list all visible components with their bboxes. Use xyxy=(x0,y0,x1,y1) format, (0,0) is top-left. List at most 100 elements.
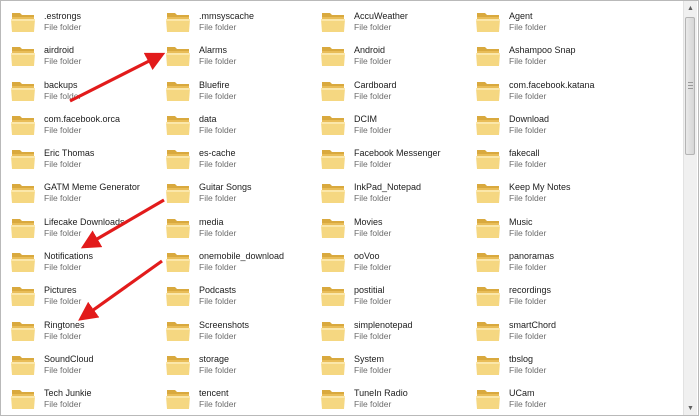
folder-labels: data File folder xyxy=(199,111,236,136)
folder-labels: com.facebook.katana File folder xyxy=(509,77,595,102)
grip-line xyxy=(688,82,693,83)
folder-item[interactable]: data File folder xyxy=(164,108,319,142)
folder-name: ooVoo xyxy=(354,251,380,262)
folder-item[interactable]: ooVoo File folder xyxy=(319,245,474,279)
folder-type: File folder xyxy=(44,159,82,170)
folder-item[interactable]: Alarms File folder xyxy=(164,39,319,73)
folder-item[interactable]: es-cache File folder xyxy=(164,142,319,176)
folder-item[interactable]: media File folder xyxy=(164,211,319,245)
folder-name: simplenotepad xyxy=(354,319,413,330)
folder-labels: InkPad_Notepad File folder xyxy=(354,179,421,204)
folder-item[interactable]: Tech Junkie File folder xyxy=(9,382,164,415)
folder-icon xyxy=(474,248,502,276)
folder-labels: Agent File folder xyxy=(509,8,546,33)
folder-name: Facebook Messenger xyxy=(354,148,441,159)
folder-labels: .mmsyscache File folder xyxy=(199,8,254,33)
folder-item[interactable]: SoundCloud File folder xyxy=(9,348,164,382)
folder-type: File folder xyxy=(199,399,237,410)
folder-item[interactable]: Screenshots File folder xyxy=(164,314,319,348)
folder-item[interactable]: .estrongs File folder xyxy=(9,5,164,39)
folder-icon xyxy=(474,214,502,242)
folder-item[interactable]: Movies File folder xyxy=(319,211,474,245)
folder-type: File folder xyxy=(509,124,547,135)
folder-item[interactable]: InkPad_Notepad File folder xyxy=(319,176,474,210)
folder-labels: .estrongs File folder xyxy=(44,8,81,33)
folder-item[interactable]: UCam File folder xyxy=(474,382,629,415)
folder-item[interactable]: Guitar Songs File folder xyxy=(164,176,319,210)
folder-item[interactable]: TuneIn Radio File folder xyxy=(319,382,474,415)
folder-item[interactable]: Bluefire File folder xyxy=(164,74,319,108)
folder-item[interactable]: onemobile_download File folder xyxy=(164,245,319,279)
vertical-scrollbar[interactable]: ▲ ▼ xyxy=(683,1,697,415)
folder-item[interactable]: Notifications File folder xyxy=(9,245,164,279)
scroll-down-icon[interactable]: ▼ xyxy=(684,401,697,415)
folder-item[interactable]: smartChord File folder xyxy=(474,314,629,348)
folder-labels: Alarms File folder xyxy=(199,42,236,67)
folder-icon xyxy=(319,179,347,207)
folder-name: AccuWeather xyxy=(354,11,408,21)
folder-icon xyxy=(164,385,192,413)
folder-name: onemobile_download xyxy=(199,251,285,262)
folder-icon xyxy=(474,385,502,413)
folder-icon xyxy=(319,214,347,242)
folder-item[interactable]: Music File folder xyxy=(474,211,629,245)
folder-item[interactable]: fakecall File folder xyxy=(474,142,629,176)
folder-name: media xyxy=(199,216,224,227)
folder-name: GATM Meme Generator xyxy=(44,182,140,193)
folder-item[interactable]: simplenotepad File folder xyxy=(319,314,474,348)
folder-labels: Eric Thomas File folder xyxy=(44,145,94,170)
folder-icon xyxy=(164,248,192,276)
folder-type: File folder xyxy=(199,56,237,67)
folder-labels: Ashampoo Snap File folder xyxy=(509,42,576,67)
folder-icon xyxy=(319,145,347,173)
folder-item[interactable]: .mmsyscache File folder xyxy=(164,5,319,39)
folder-item[interactable]: com.facebook.orca File folder xyxy=(9,108,164,142)
folder-item[interactable]: Podcasts File folder xyxy=(164,279,319,313)
folder-item[interactable]: panoramas File folder xyxy=(474,245,629,279)
folder-item[interactable]: com.facebook.katana File folder xyxy=(474,74,629,108)
folder-item[interactable]: postitial File folder xyxy=(319,279,474,313)
folder-labels: Bluefire File folder xyxy=(199,77,236,102)
folder-item[interactable]: Lifecake Downloads File folder xyxy=(9,211,164,245)
grip-line xyxy=(688,88,693,89)
folder-item[interactable]: Keep My Notes File folder xyxy=(474,176,629,210)
folder-name: Agent xyxy=(509,11,533,21)
folder-icon xyxy=(164,214,192,242)
folder-item[interactable]: DCIM File folder xyxy=(319,108,474,142)
folder-item[interactable]: Ringtones File folder xyxy=(9,314,164,348)
folder-item[interactable]: Cardboard File folder xyxy=(319,74,474,108)
scroll-thumb[interactable] xyxy=(685,17,695,155)
folder-name: backups xyxy=(44,79,78,90)
folder-name: Download xyxy=(509,113,550,124)
folder-item[interactable]: Download File folder xyxy=(474,108,629,142)
folder-item[interactable]: Agent File folder xyxy=(474,5,629,39)
folder-type: File folder xyxy=(44,296,82,307)
folder-item[interactable]: airdroid File folder xyxy=(9,39,164,73)
folder-name: Alarms xyxy=(199,45,228,56)
folder-item[interactable]: GATM Meme Generator File folder xyxy=(9,176,164,210)
folder-type: File folder xyxy=(509,296,547,307)
folder-item[interactable]: backups File folder xyxy=(9,74,164,108)
folder-item[interactable]: System File folder xyxy=(319,348,474,382)
folder-labels: Notifications File folder xyxy=(44,248,93,273)
folder-item[interactable]: Facebook Messenger File folder xyxy=(319,142,474,176)
folder-item[interactable]: Ashampoo Snap File folder xyxy=(474,39,629,73)
folder-item[interactable]: Eric Thomas File folder xyxy=(9,142,164,176)
folder-item[interactable]: storage File folder xyxy=(164,348,319,382)
folder-item[interactable]: tencent File folder xyxy=(164,382,319,415)
folder-item[interactable]: tbslog File folder xyxy=(474,348,629,382)
folder-type: File folder xyxy=(44,399,82,410)
folder-labels: UCam File folder xyxy=(509,385,546,410)
folder-item[interactable]: Pictures File folder xyxy=(9,279,164,313)
folder-item[interactable]: recordings File folder xyxy=(474,279,629,313)
folder-icon xyxy=(474,77,502,105)
folder-labels: com.facebook.orca File folder xyxy=(44,111,120,136)
folder-labels: Android File folder xyxy=(354,42,391,67)
folder-icon xyxy=(9,8,37,36)
folder-item[interactable]: Android File folder xyxy=(319,39,474,73)
folder-name: airdroid xyxy=(44,45,75,56)
scroll-up-icon[interactable]: ▲ xyxy=(684,1,697,15)
folder-name: Podcasts xyxy=(199,285,237,296)
folder-labels: Keep My Notes File folder xyxy=(509,179,571,204)
folder-item[interactable]: AccuWeather File folder xyxy=(319,5,474,39)
